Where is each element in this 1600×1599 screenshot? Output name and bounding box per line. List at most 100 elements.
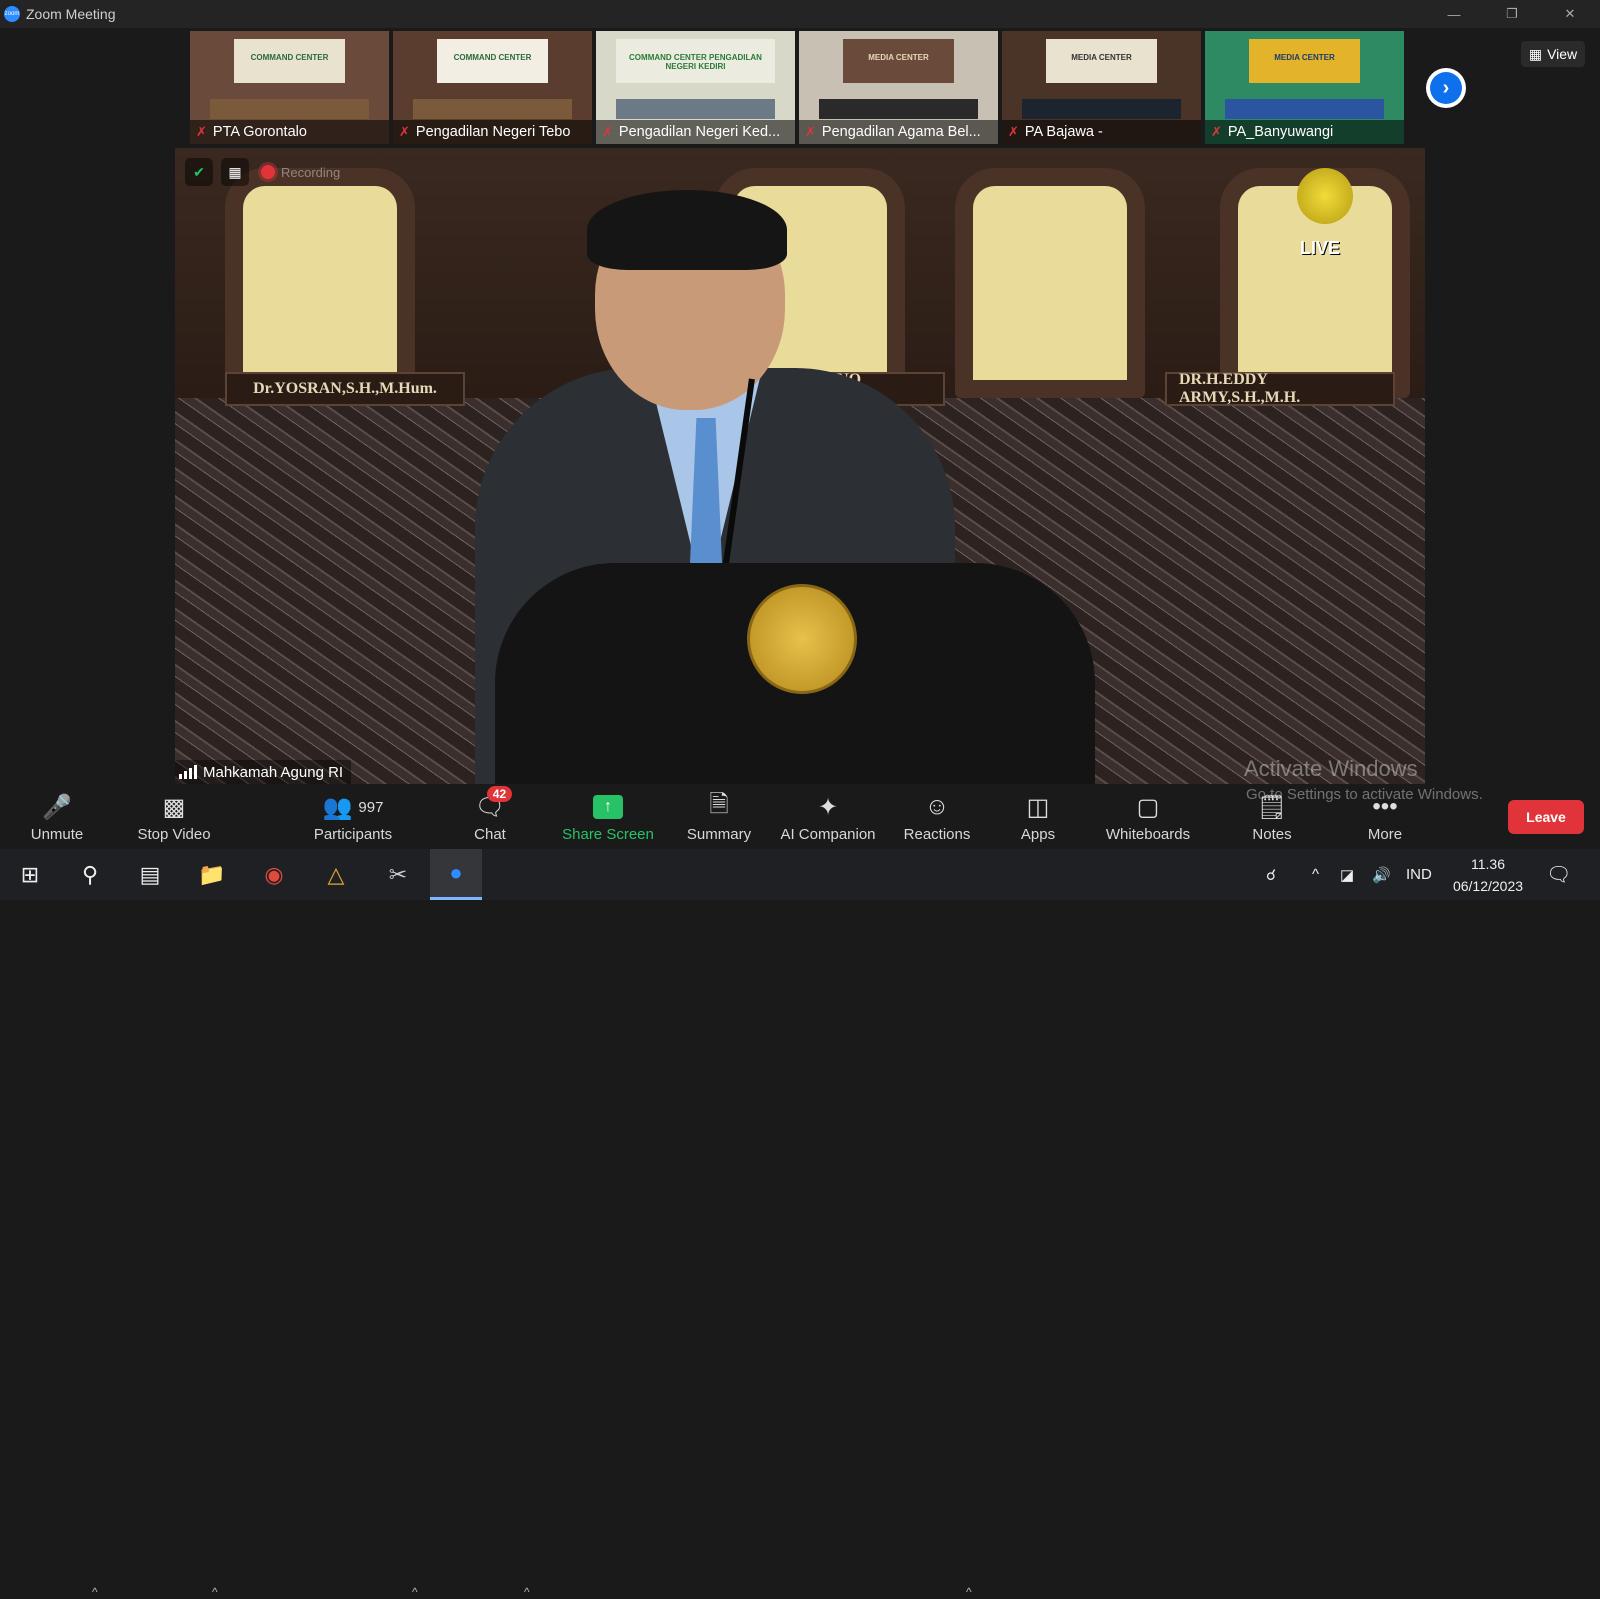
watermark-title: Activate Windows bbox=[1244, 756, 1418, 781]
video-options-caret-icon[interactable]: ^ bbox=[212, 1585, 218, 1599]
apps-icon: ◫ bbox=[1026, 793, 1050, 821]
muted-mic-icon: ✗ bbox=[196, 124, 207, 139]
meeting-info-bar: ✔ ▦ Recording bbox=[185, 158, 340, 186]
ai-companion-button[interactable]: ✦ AI Companion bbox=[776, 785, 880, 849]
apps-button[interactable]: ◫ Apps bbox=[1010, 785, 1066, 849]
view-label: View bbox=[1547, 46, 1578, 62]
reactions-label: Reactions bbox=[903, 826, 971, 843]
share-screen-label: Share Screen bbox=[562, 826, 654, 843]
speaker-hair bbox=[587, 190, 787, 270]
signal-strength-icon bbox=[179, 765, 197, 779]
summary-label: Summary bbox=[686, 826, 752, 843]
live-label: LIVE bbox=[1300, 238, 1341, 258]
muted-mic-icon: ✗ bbox=[399, 124, 410, 139]
gallery-grid-icon[interactable]: ▦ bbox=[221, 158, 249, 186]
sparkle-icon: ✦ bbox=[817, 793, 839, 821]
ai-companion-label: AI Companion bbox=[780, 826, 876, 843]
zoom-logo-icon: zoom bbox=[4, 6, 20, 22]
thumbnail-table bbox=[209, 99, 370, 119]
chat-button[interactable]: 🗨 42 Chat bbox=[460, 785, 520, 849]
participant-name: Pengadilan Negeri Ked... bbox=[618, 124, 781, 140]
chrome-icon[interactable]: ◉ bbox=[248, 849, 300, 900]
chat-label: Chat bbox=[474, 826, 506, 843]
reactions-button[interactable]: ☺ Reactions bbox=[900, 785, 974, 849]
stop-video-label: Stop Video bbox=[137, 826, 211, 843]
speaker-name-label: Mahkamah Agung RI bbox=[175, 760, 352, 784]
thumbnail-banner: MEDIA CENTER bbox=[1248, 39, 1361, 83]
recording-dot-icon bbox=[261, 165, 275, 179]
grid-view-icon: ▦ bbox=[1528, 45, 1543, 62]
whiteboards-label: Whiteboards bbox=[1105, 826, 1191, 843]
encryption-shield-icon[interactable]: ✔ bbox=[185, 158, 213, 186]
notes-label: Notes bbox=[1252, 826, 1292, 843]
thumbnail-table bbox=[615, 99, 776, 119]
recording-indicator[interactable]: Recording bbox=[257, 165, 340, 180]
nameplate: DR.H.EDDY ARMY,S.H.,M.H. bbox=[1165, 371, 1395, 406]
court-emblem-icon bbox=[747, 584, 857, 694]
thumbnail-label: ✗ PTA Gorontalo bbox=[190, 120, 389, 144]
task-view-icon[interactable]: ▤ bbox=[124, 849, 176, 900]
participant-thumbnail[interactable]: COMMAND CENTER ✗ Pengadilan Negeri Tebo bbox=[393, 31, 592, 144]
unmute-label: Unmute bbox=[30, 826, 84, 843]
taskbar-clock[interactable]: 11.36 06/12/2023 bbox=[1448, 853, 1528, 897]
chat-options-caret-icon[interactable]: ^ bbox=[524, 1585, 530, 1599]
reactions-options-caret-icon[interactable]: ^ bbox=[966, 1585, 972, 1599]
gallery-strip: COMMAND CENTER ✗ PTA Gorontalo COMMAND CE… bbox=[190, 31, 1404, 144]
participants-options-caret-icon[interactable]: ^ bbox=[412, 1585, 418, 1599]
share-screen-button[interactable]: ↑ Share Screen bbox=[560, 785, 656, 849]
smiley-icon: ☺ bbox=[924, 793, 950, 820]
participants-label: Participants bbox=[313, 826, 393, 843]
recording-label: Recording bbox=[281, 164, 341, 180]
restore-button[interactable]: ❐ bbox=[1492, 0, 1532, 28]
whiteboards-button[interactable]: ▢ Whiteboards bbox=[1102, 785, 1194, 849]
watermark-subtitle: Go to Settings to activate Windows. bbox=[1246, 786, 1483, 803]
muted-mic-icon: ✗ bbox=[805, 124, 816, 139]
chat-bubble-icon: 🗨 42 bbox=[475, 786, 513, 822]
clock-date: 06/12/2023 bbox=[1452, 878, 1524, 894]
thumbnail-label: ✗ Pengadilan Negeri Ked... bbox=[596, 120, 795, 144]
share-screen-icon-wrap: ↑ bbox=[593, 792, 623, 822]
search-icon[interactable]: ⚲ bbox=[64, 849, 116, 900]
stop-video-button[interactable]: ▩ Stop Video bbox=[128, 785, 220, 849]
clock-time: 11.36 bbox=[1471, 856, 1505, 872]
audio-options-caret-icon[interactable]: ^ bbox=[92, 1585, 98, 1599]
participants-button[interactable]: 👥 997 Participants bbox=[308, 785, 398, 849]
view-button[interactable]: ▦ View bbox=[1521, 41, 1585, 67]
volume-icon[interactable]: 🔊 bbox=[1372, 849, 1391, 900]
participant-thumbnail[interactable]: MEDIA CENTER ✗ PA_Banyuwangi bbox=[1205, 31, 1404, 144]
participant-name: PA Bajawa - bbox=[1024, 124, 1103, 140]
muted-mic-icon: ✗ bbox=[602, 124, 613, 139]
zoom-taskbar-icon[interactable]: ● bbox=[430, 849, 482, 900]
share-screen-icon: ↑ bbox=[593, 795, 623, 819]
participant-thumbnail[interactable]: COMMAND CENTER ✗ PTA Gorontalo bbox=[190, 31, 389, 144]
file-explorer-icon[interactable]: 📁 bbox=[186, 849, 238, 900]
show-hidden-icons-icon[interactable]: ^ bbox=[1312, 849, 1319, 900]
participant-thumbnail[interactable]: MEDIA CENTER ✗ Pengadilan Agama Bel... bbox=[799, 31, 998, 144]
notification-center-icon[interactable]: 🗨 bbox=[1546, 849, 1571, 900]
thumbnail-banner: MEDIA CENTER bbox=[1045, 39, 1158, 83]
apps-label: Apps bbox=[1020, 826, 1056, 843]
language-indicator[interactable]: IND bbox=[1406, 849, 1432, 900]
participants-icon: 👥 997 bbox=[322, 793, 384, 821]
snipping-tool-icon[interactable]: ✂ bbox=[372, 849, 424, 900]
thumbnail-table bbox=[818, 99, 979, 119]
thumbnail-table bbox=[1021, 99, 1182, 119]
participant-thumbnail[interactable]: MEDIA CENTER ✗ PA Bajawa - bbox=[1002, 31, 1201, 144]
app-icon[interactable]: △ bbox=[310, 849, 362, 900]
participant-name: Pengadilan Negeri Tebo bbox=[415, 124, 571, 140]
participant-name: PTA Gorontalo bbox=[212, 124, 307, 140]
close-button[interactable]: ✕ bbox=[1550, 0, 1590, 28]
summary-button[interactable]: 🗎 Summary bbox=[680, 785, 758, 849]
muted-mic-icon: ✗ bbox=[1211, 124, 1222, 139]
leave-button[interactable]: Leave bbox=[1508, 800, 1584, 834]
minimize-button[interactable]: — bbox=[1434, 0, 1474, 28]
thumbnail-label: ✗ Pengadilan Agama Bel... bbox=[799, 120, 998, 144]
unmute-button[interactable]: 🎤 Unmute bbox=[22, 785, 92, 849]
people-icon[interactable]: ☌ bbox=[1266, 849, 1276, 900]
next-page-button[interactable]: › bbox=[1426, 68, 1466, 108]
windows-start-icon[interactable]: ⊞ bbox=[4, 849, 56, 900]
network-icon[interactable]: ◪ bbox=[1340, 849, 1354, 900]
activate-windows-watermark: Activate Windows Go to Settings to activ… bbox=[1244, 756, 1483, 803]
muted-mic-icon: ✗ bbox=[1008, 124, 1019, 139]
participant-thumbnail[interactable]: COMMAND CENTER PENGADILAN NEGERI KEDIRI … bbox=[596, 31, 795, 144]
